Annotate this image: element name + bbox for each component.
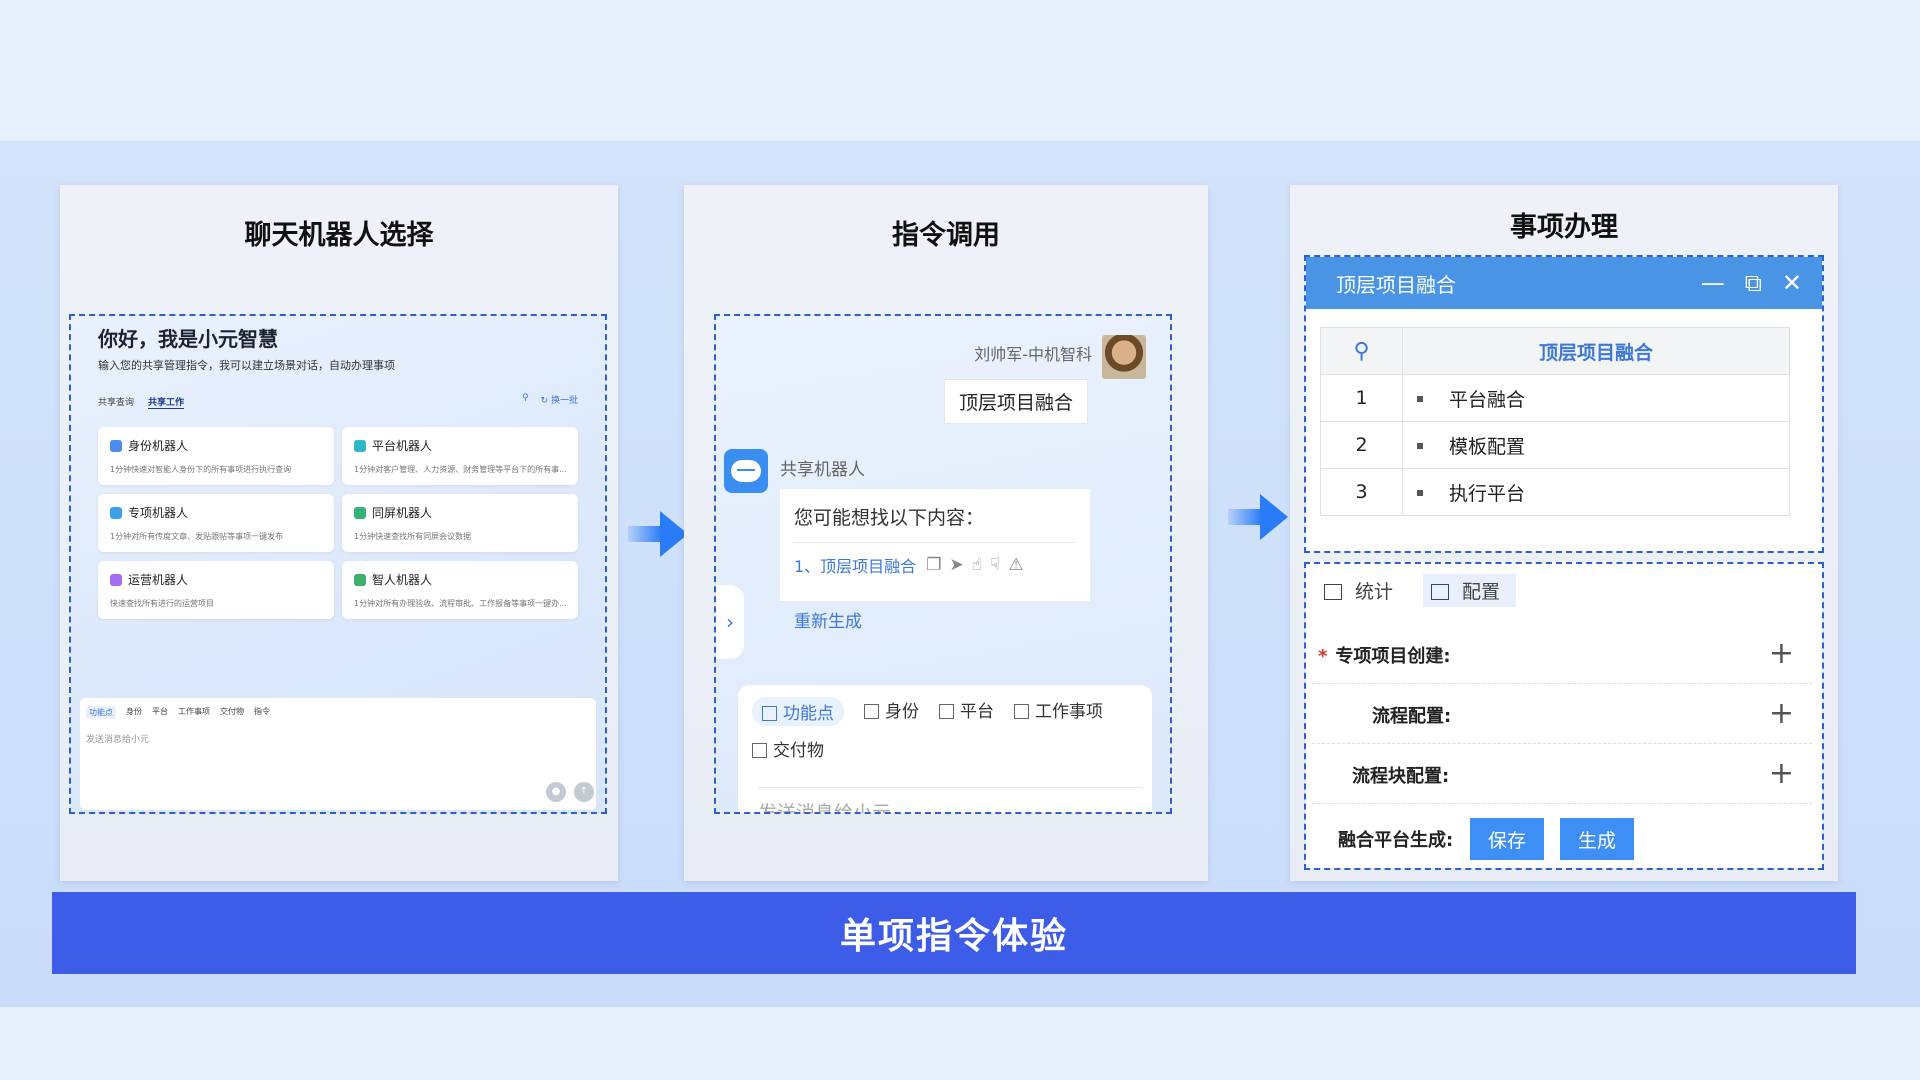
highlight-frame (1304, 255, 1824, 553)
arrow-right-icon (1228, 494, 1288, 540)
panel-title: 事项办理 (1510, 212, 1618, 243)
panel-title: 指令调用 (892, 220, 1000, 251)
highlight-frame (714, 314, 1172, 814)
highlight-frame (69, 314, 607, 814)
highlight-frame (1304, 562, 1824, 870)
arrow-right-icon (628, 511, 688, 557)
panel-title: 聊天机器人选择 (244, 220, 434, 251)
banner-title: 单项指令体验 (52, 892, 1856, 974)
